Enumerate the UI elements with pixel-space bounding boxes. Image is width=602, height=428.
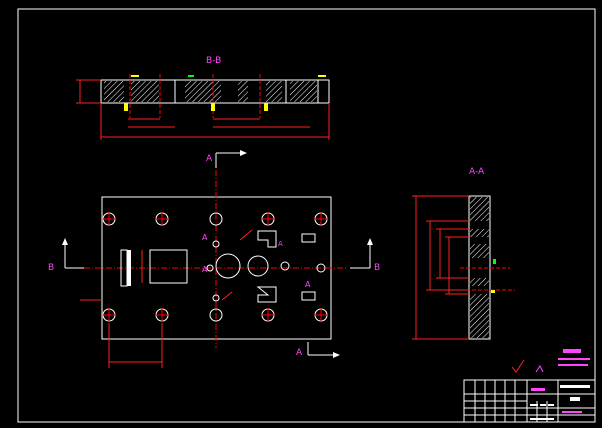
cut-label-a-bottom: A: [296, 348, 303, 358]
roughness-note: [511, 349, 590, 373]
section-aa-title: A-A: [469, 167, 485, 177]
svg-text:A: A: [305, 280, 311, 289]
svg-text:A: A: [278, 240, 283, 248]
section-bb-view: B-B: [76, 56, 330, 140]
cad-drawing-viewport[interactable]: B-B A A A A A B B A A-A: [0, 0, 602, 428]
cut-arrow-a-top: A: [206, 150, 247, 168]
cut-arrow-a-bottom: A: [296, 342, 340, 358]
section-bb-title: B-B: [206, 56, 221, 66]
svg-text:A: A: [202, 233, 208, 242]
svg-text:A: A: [202, 265, 208, 274]
title-block: [463, 379, 596, 423]
cut-arrow-b-right: B: [350, 238, 380, 273]
hatch-block-4: [238, 81, 248, 102]
hatch-block-5: [266, 81, 282, 102]
plan-view: A A A A: [80, 170, 346, 368]
hatch-block-1: [104, 81, 124, 102]
cut-label-a-top: A: [206, 154, 213, 164]
hatch-block-2: [131, 81, 159, 102]
cut-label-b-right: B: [374, 263, 380, 273]
hatch-block-3: [185, 81, 221, 102]
hatch-block-6: [290, 81, 317, 102]
drawing-canvas: B-B A A A A A B B A A-A: [17, 8, 596, 423]
cut-arrow-b-left: B: [48, 238, 84, 273]
cut-label-b-left: B: [48, 263, 54, 273]
section-aa-view: A-A: [412, 167, 515, 340]
check-mark-icon: [511, 359, 525, 373]
